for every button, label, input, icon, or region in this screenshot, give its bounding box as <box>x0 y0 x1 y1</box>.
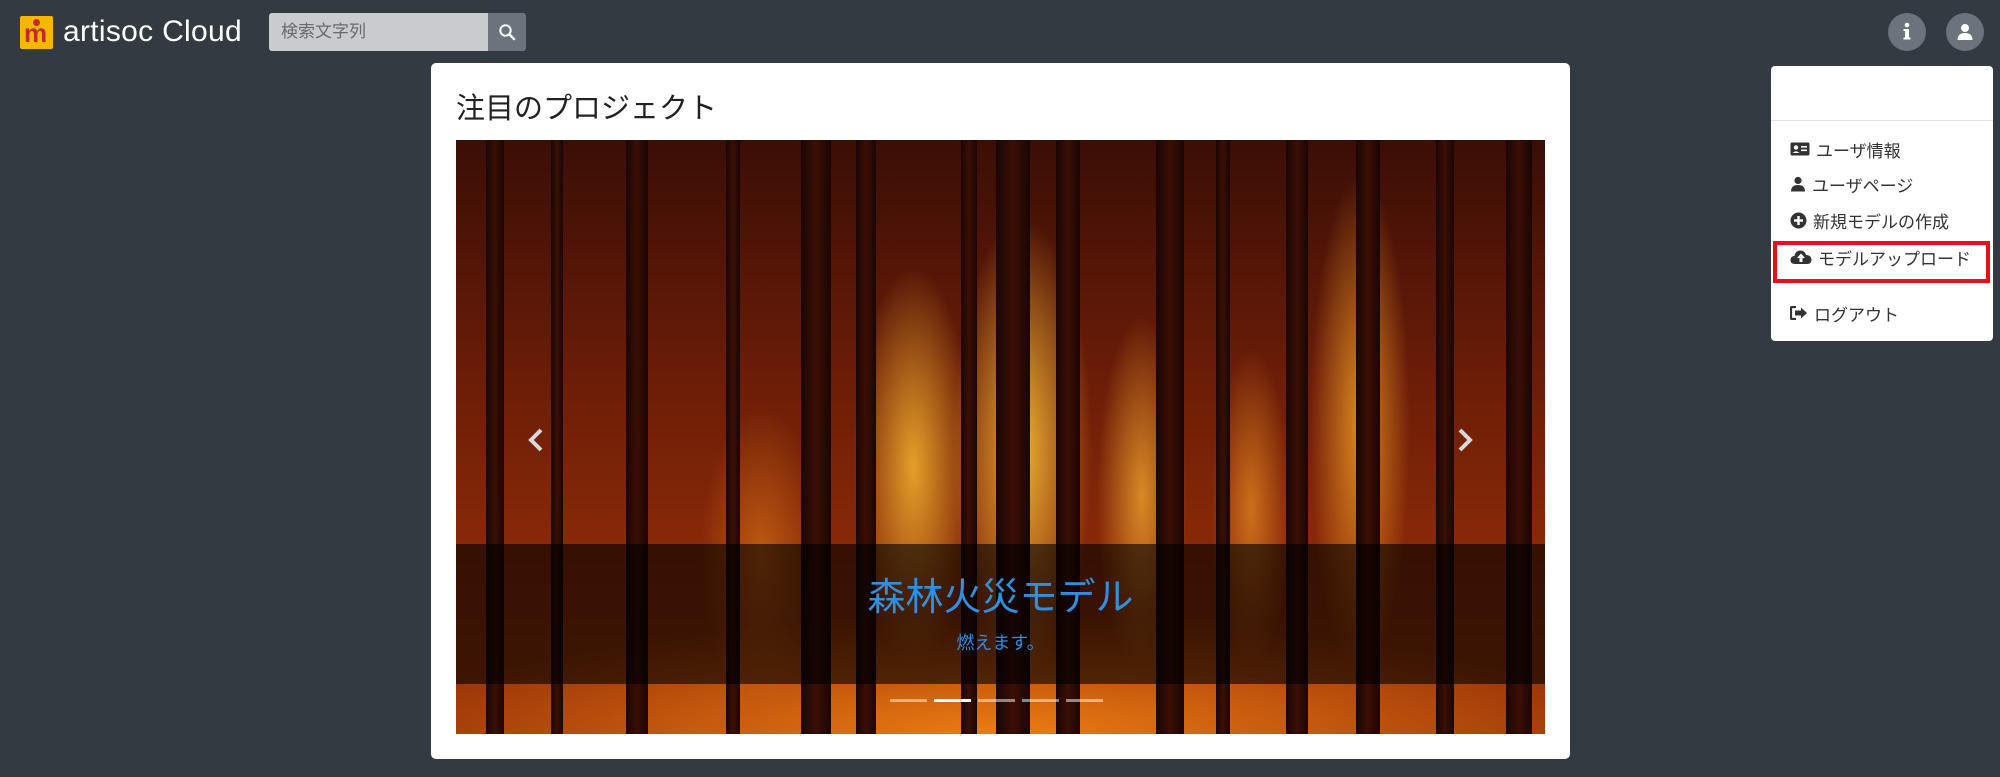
info-icon <box>1903 22 1911 40</box>
plus-circle-icon <box>1790 212 1807 228</box>
search-icon <box>499 24 516 41</box>
carousel-next-button[interactable] <box>1445 420 1485 460</box>
slide-title[interactable]: 森林火災モデル <box>456 566 1545 621</box>
carousel-indicator[interactable] <box>978 699 1015 702</box>
carousel-prev-button[interactable] <box>516 420 556 460</box>
dropdown-header <box>1771 66 1993 121</box>
carousel-indicator[interactable] <box>1022 699 1059 702</box>
sign-out-icon <box>1790 306 1807 320</box>
menu-item-user-page[interactable]: ユーザページ <box>1790 169 1913 199</box>
search-button[interactable] <box>488 13 526 51</box>
carousel-indicator[interactable] <box>1066 699 1103 702</box>
menu-item-new-model[interactable]: 新規モデルの作成 <box>1790 205 1949 235</box>
info-button[interactable] <box>1888 13 1926 51</box>
brand-logo[interactable]: m artisoc Cloud <box>20 14 242 50</box>
menu-item-label: ユーザページ <box>1812 176 1914 197</box>
search-input[interactable] <box>269 13 488 51</box>
user-icon <box>1791 176 1805 192</box>
carousel-indicator-active[interactable] <box>934 699 971 702</box>
chevron-left-icon <box>528 428 543 452</box>
page-title: 注目のプロジェクト <box>456 91 718 125</box>
highlight-box <box>1773 241 1990 283</box>
menu-item-label: ログアウト <box>1814 305 1899 326</box>
user-menu-button[interactable] <box>1946 13 1984 51</box>
featured-projects-card: 注目のプロジェクト 森林火災モデル 燃えます。 <box>431 63 1570 759</box>
carousel-indicators <box>890 699 1103 702</box>
logo-icon: m <box>20 15 53 49</box>
project-carousel[interactable]: 森林火災モデル 燃えます。 <box>456 140 1545 734</box>
menu-item-user-info[interactable]: ユーザ情報 <box>1790 134 1901 164</box>
id-card-icon <box>1790 142 1810 156</box>
menu-item-label: 新規モデルの作成 <box>1813 212 1949 233</box>
brand-name: artisoc Cloud <box>63 15 242 48</box>
menu-item-logout[interactable]: ログアウト <box>1790 298 1899 328</box>
slide-caption[interactable]: 森林火災モデル 燃えます。 <box>456 544 1545 684</box>
carousel-indicator[interactable] <box>890 699 927 702</box>
menu-item-label: ユーザ情報 <box>1816 141 1901 162</box>
search-form <box>269 13 526 51</box>
user-icon <box>1957 24 1973 40</box>
user-dropdown-menu: ユーザ情報 ユーザページ 新規モデルの作成 モデルアップロード ログアウト <box>1771 66 1993 341</box>
chevron-right-icon <box>1458 428 1473 452</box>
slide-subtitle: 燃えます。 <box>956 633 1045 654</box>
